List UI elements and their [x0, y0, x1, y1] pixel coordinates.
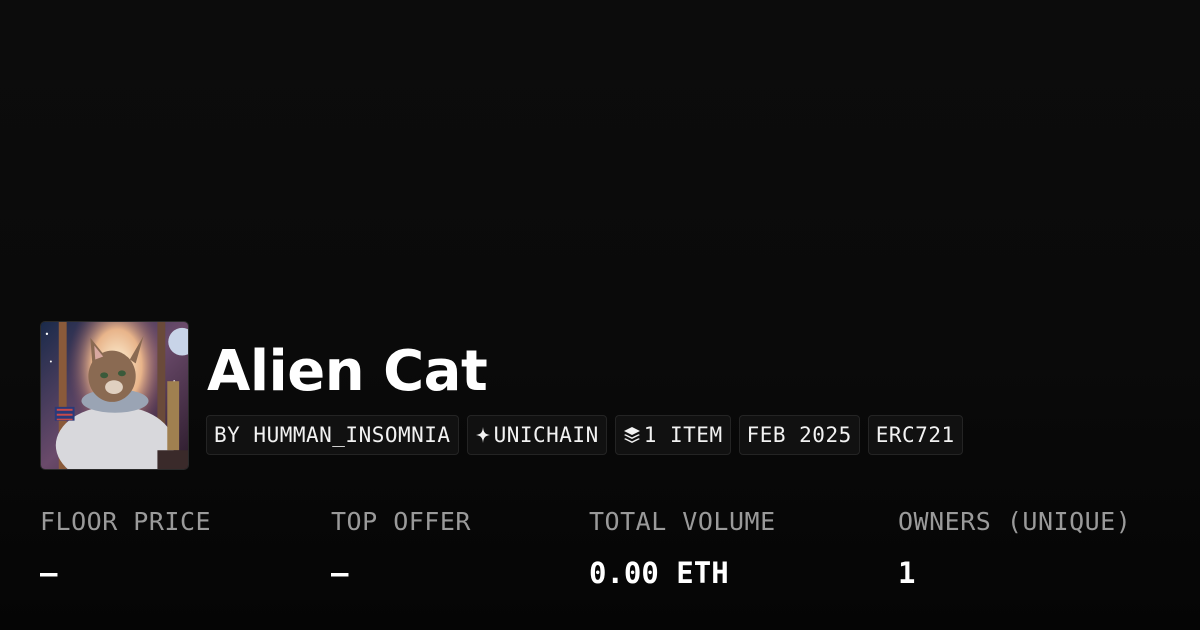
stat-total-volume: TOTAL VOLUME 0.00 ETH: [589, 504, 776, 592]
token-standard-tag: ERC721: [867, 415, 963, 455]
stat-top-offer: TOP OFFER —: [331, 504, 471, 592]
collection-title: Alien Cat: [207, 339, 488, 404]
token-standard-tag-label: ERC721: [875, 423, 955, 447]
stat-value: —: [331, 556, 349, 590]
creator-tag-label: BY HUMMAN_INSOMNIA: [214, 423, 451, 447]
stat-value: 1: [898, 556, 916, 590]
stat-label: TOTAL VOLUME: [589, 507, 776, 536]
collection-avatar: [40, 321, 189, 470]
stat-value: 0.00 ETH: [589, 556, 729, 590]
chain-tag-label: UNICHAIN: [493, 423, 599, 447]
sparkle-icon: [475, 426, 491, 444]
stat-owners: OWNERS (UNIQUE) 1: [898, 504, 1131, 592]
stat-label: FLOOR PRICE: [40, 507, 212, 536]
creator-tag[interactable]: BY HUMMAN_INSOMNIA: [206, 415, 459, 455]
created-date-tag-label: FEB 2025: [746, 423, 852, 447]
stat-floor-price: FLOOR PRICE —: [40, 504, 211, 592]
collection-tags: BY HUMMAN_INSOMNIA UNICHAIN 1 ITEM FEB 2…: [206, 415, 963, 455]
stat-label: OWNERS (UNIQUE): [898, 507, 1132, 536]
layers-icon: [623, 426, 641, 444]
stat-label: TOP OFFER: [331, 507, 471, 536]
chain-tag[interactable]: UNICHAIN: [466, 415, 607, 455]
created-date-tag: FEB 2025: [738, 415, 860, 455]
items-count-tag[interactable]: 1 ITEM: [614, 415, 731, 455]
items-count-tag-label: 1 ITEM: [643, 423, 723, 447]
stat-value: —: [40, 556, 58, 590]
